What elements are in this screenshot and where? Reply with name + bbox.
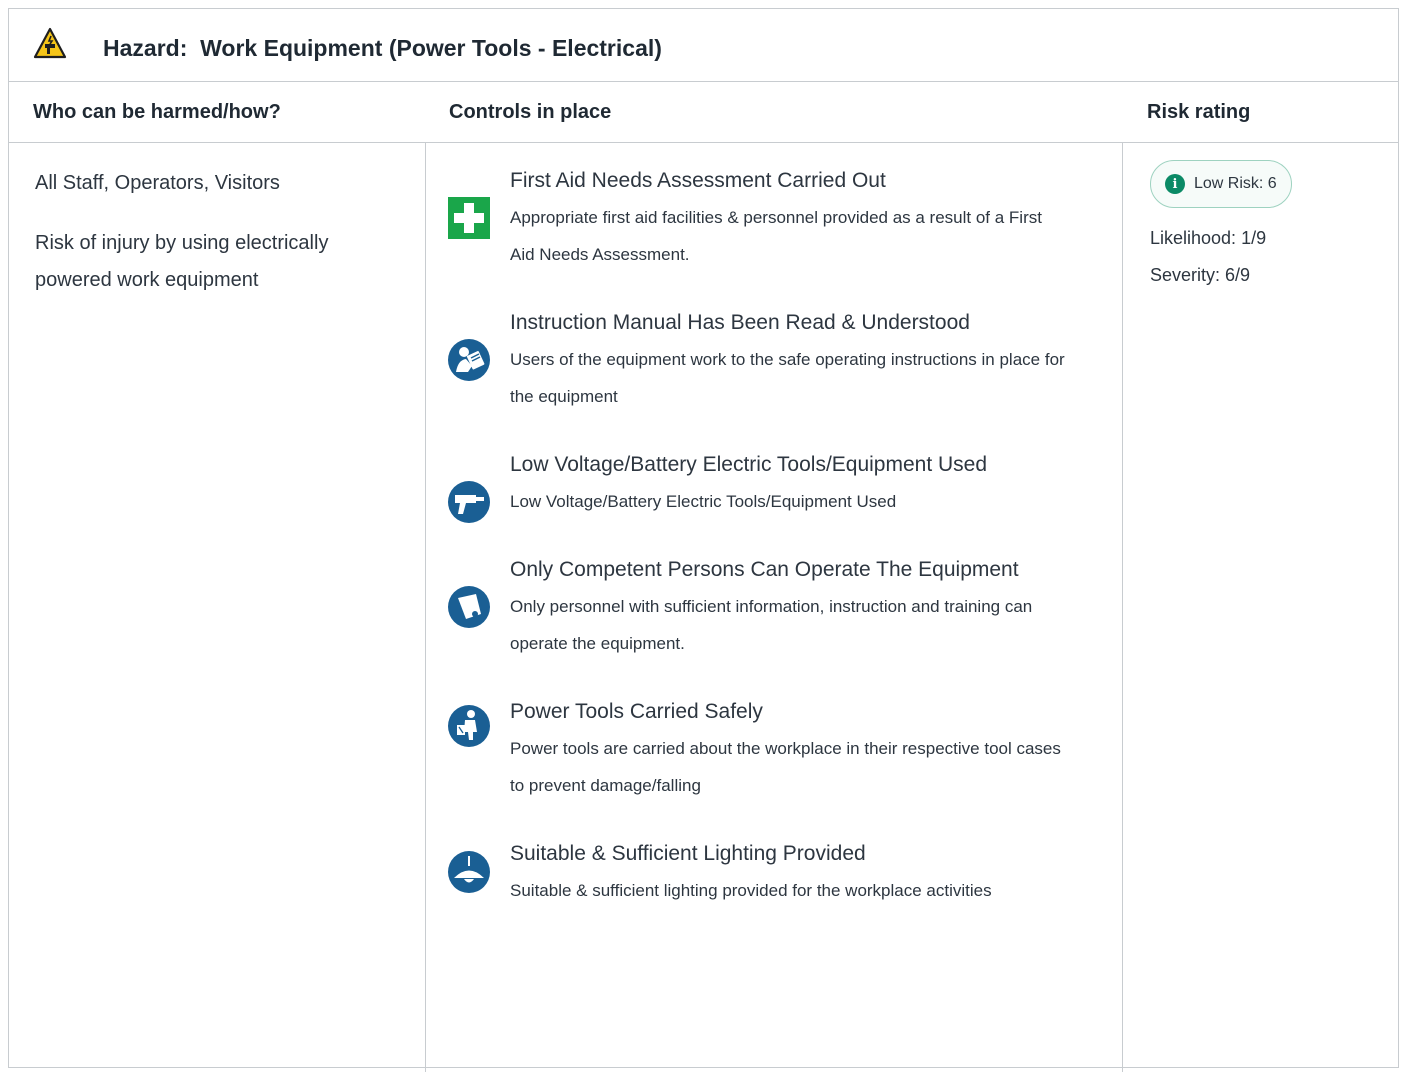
column-headers: Who can be harmed/how? Controls in place… bbox=[9, 81, 1398, 143]
col-header-risk: Risk rating bbox=[1147, 101, 1251, 123]
risk-column: i Low Risk: 6 Likelihood: 1/9 Severity: … bbox=[1150, 160, 1370, 294]
first-aid-icon bbox=[448, 197, 490, 239]
control-description: Users of the equipment work to the safe … bbox=[510, 350, 1065, 406]
control-description: Low Voltage/Battery Electric Tools/Equip… bbox=[510, 492, 897, 511]
who-people: All Staff, Operators, Visitors bbox=[35, 172, 280, 194]
control-item: Suitable & Sufficient Lighting Provided … bbox=[448, 835, 1068, 909]
risk-badge[interactable]: i Low Risk: 6 bbox=[1150, 160, 1292, 208]
control-title: Instruction Manual Has Been Read & Under… bbox=[510, 311, 970, 334]
control-title: Suitable & Sufficient Lighting Provided bbox=[510, 842, 866, 865]
carry-tools-icon bbox=[448, 705, 490, 747]
control-description: Power tools are carried about the workpl… bbox=[510, 739, 1061, 795]
col-header-controls: Controls in place bbox=[449, 101, 612, 123]
hazard-header: Hazard: Work Equipment (Power Tools - El… bbox=[9, 9, 1398, 82]
col-header-who: Who can be harmed/how? bbox=[33, 101, 281, 123]
control-item: Power Tools Carried Safely Power tools a… bbox=[448, 693, 1068, 804]
drill-icon bbox=[448, 481, 490, 523]
power-tool-warning-icon bbox=[33, 27, 67, 59]
column-divider bbox=[1122, 142, 1123, 1072]
risk-badge-label: Low Risk: 6 bbox=[1194, 175, 1277, 192]
certificate-icon bbox=[448, 586, 490, 628]
control-title: Only Competent Persons Can Operate The E… bbox=[510, 558, 1019, 581]
column-divider bbox=[425, 142, 426, 1072]
read-manual-icon bbox=[448, 339, 490, 381]
hazard-title: Hazard: Work Equipment (Power Tools - El… bbox=[103, 35, 662, 61]
control-title: Low Voltage/Battery Electric Tools/Equip… bbox=[510, 453, 988, 476]
controls-list: First Aid Needs Assessment Carried Out A… bbox=[448, 162, 1068, 940]
risk-likelihood: Likelihood: 1/9 bbox=[1150, 228, 1267, 248]
info-icon: i bbox=[1165, 174, 1185, 194]
control-description: Suitable & sufficient lighting provided … bbox=[510, 881, 992, 900]
risk-severity: Severity: 6/9 bbox=[1150, 265, 1251, 285]
control-item: Low Voltage/Battery Electric Tools/Equip… bbox=[448, 446, 1068, 523]
lamp-icon bbox=[448, 851, 490, 893]
control-title: First Aid Needs Assessment Carried Out bbox=[510, 169, 886, 192]
who-column: All Staff, Operators, Visitors Risk of i… bbox=[35, 165, 365, 322]
control-item: Only Competent Persons Can Operate The E… bbox=[448, 551, 1068, 662]
who-description: Risk of injury by using electrically pow… bbox=[35, 232, 329, 291]
control-item: First Aid Needs Assessment Carried Out A… bbox=[448, 162, 1068, 273]
control-item: Instruction Manual Has Been Read & Under… bbox=[448, 304, 1068, 415]
control-title: Power Tools Carried Safely bbox=[510, 700, 763, 723]
control-description: Only personnel with sufficient informati… bbox=[510, 597, 1033, 653]
control-description: Appropriate first aid facilities & perso… bbox=[510, 208, 1042, 264]
